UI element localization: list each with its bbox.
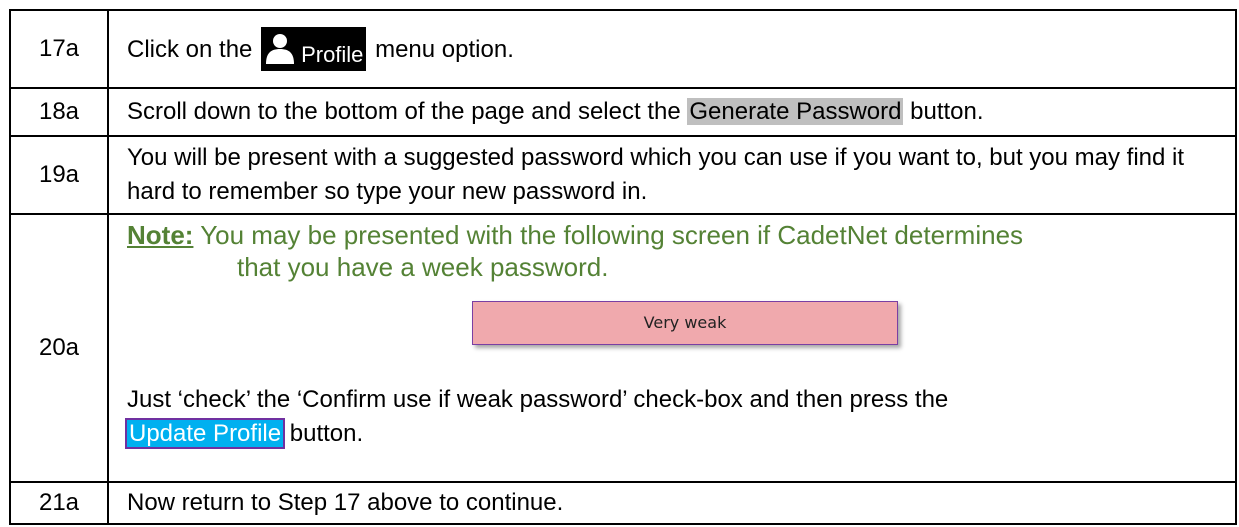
step-text: Note: You may be presented with the foll…	[107, 213, 1237, 483]
password-strength-indicator: Very weak	[472, 301, 898, 345]
profile-menu-label: Profile	[301, 42, 364, 67]
step-number: 17a	[9, 9, 109, 89]
step-number: 19a	[9, 135, 109, 215]
generate-password-button[interactable]: Generate Password	[687, 98, 904, 125]
update-profile-button[interactable]: Update Profile	[124, 418, 286, 449]
step-text-before: Scroll down to the bottom of the page an…	[127, 98, 681, 125]
step-text-before: Click on the	[127, 36, 253, 63]
step-text: Scroll down to the bottom of the page an…	[107, 87, 1237, 137]
step-text-after: button.	[289, 420, 364, 447]
note-line-1: You may be presented with the following …	[200, 220, 1024, 250]
step-instruction: Just ‘check’ the ‘Confirm use if weak pa…	[124, 383, 1229, 451]
step-row: 21a Now return to Step 17 above to conti…	[9, 481, 1237, 525]
step-text: Now return to Step 17 above to continue.	[107, 481, 1237, 525]
note-block: Note: You may be presented with the foll…	[127, 219, 1229, 283]
step-number: 20a	[9, 213, 109, 483]
step-text: Click on the Profile menu option.	[107, 9, 1237, 89]
step-number: 18a	[9, 87, 109, 137]
step-text-after: button.	[910, 98, 984, 125]
password-strength-label: Very weak	[643, 313, 727, 332]
step-row: 19a You will be present with a suggested…	[9, 135, 1237, 215]
note-line-2: that you have a week password.	[237, 252, 609, 282]
step-row: 20a Note: You may be presented with the …	[9, 213, 1237, 483]
step-row: 18a Scroll down to the bottom of the pag…	[9, 87, 1237, 137]
step-text-after: menu option.	[375, 36, 514, 63]
person-icon	[266, 34, 295, 64]
step-row: 17a Click on the Profile menu option.	[9, 9, 1237, 89]
step-text-before: Just ‘check’ the ‘Confirm use if weak pa…	[127, 386, 949, 413]
step-number: 21a	[9, 481, 109, 525]
instructions-table: 17a Click on the Profile menu option. 18…	[9, 9, 1237, 525]
step-text: You will be present with a suggested pas…	[107, 135, 1237, 215]
profile-menu-option[interactable]: Profile	[261, 27, 367, 71]
note-label: Note:	[127, 220, 194, 250]
